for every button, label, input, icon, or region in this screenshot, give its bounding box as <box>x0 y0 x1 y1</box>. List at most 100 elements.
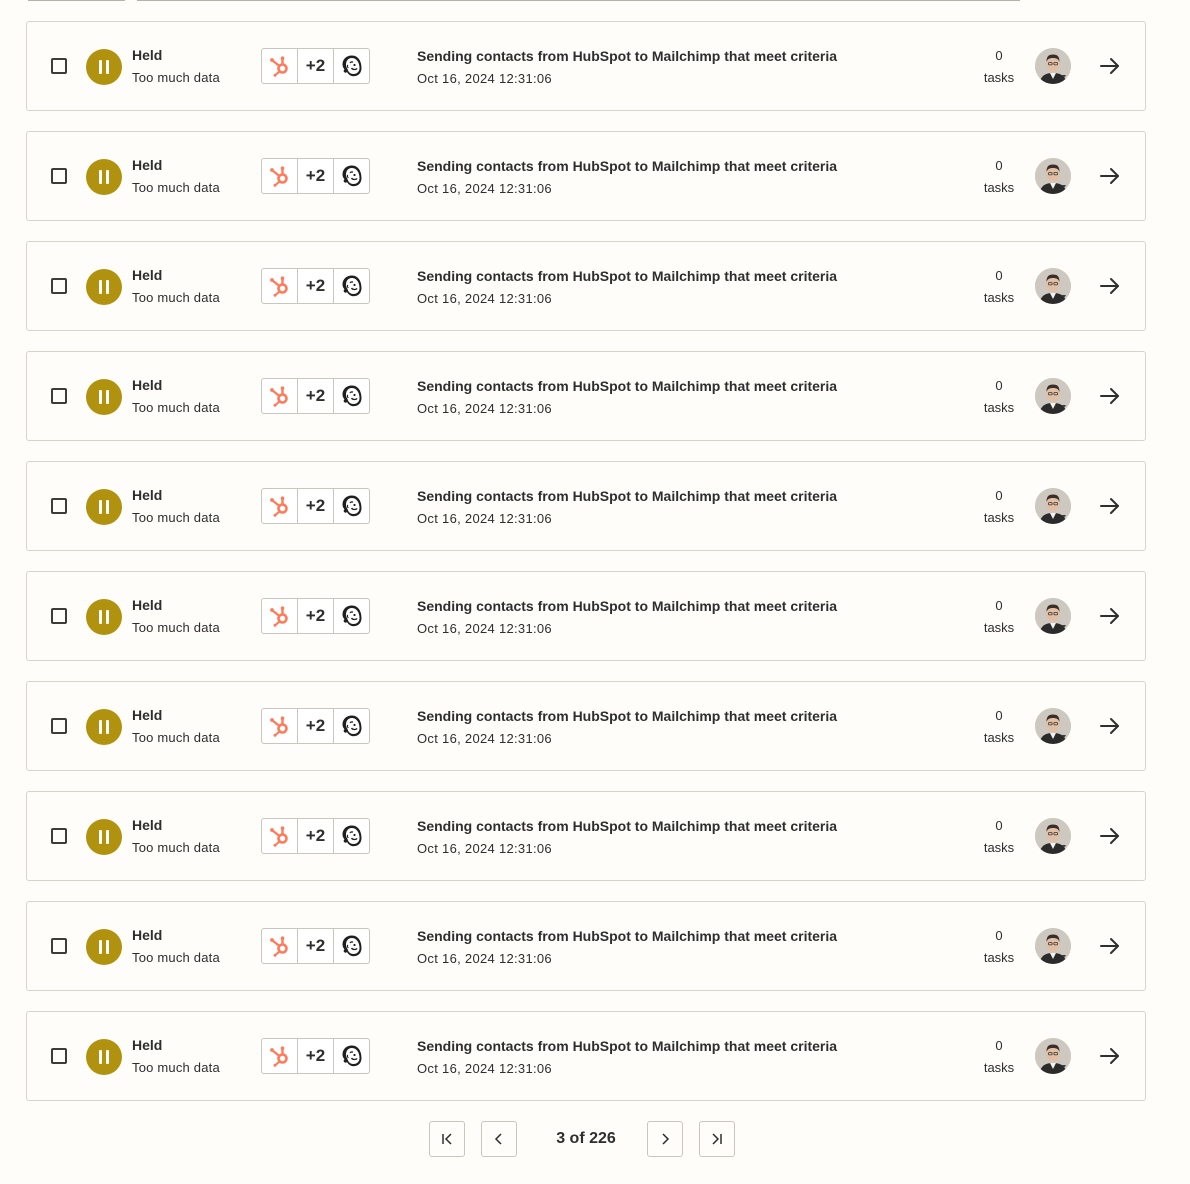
app-icons-group: +2 <box>261 1038 370 1074</box>
row-select-checkbox[interactable] <box>51 718 67 734</box>
run-timestamp: Oct 16, 2024 12:31:06 <box>417 841 552 856</box>
run-status: Held <box>132 927 163 943</box>
arrow-right-icon[interactable] <box>1099 825 1121 847</box>
zap-run-row[interactable]: Held Too much data +2 Sending contacts f… <box>26 681 1146 771</box>
task-count: 0 <box>995 378 1003 393</box>
row-select-checkbox[interactable] <box>51 1048 67 1064</box>
app-icons-group: +2 <box>261 818 370 854</box>
zap-name[interactable]: Sending contacts from HubSpot to Mailchi… <box>417 598 837 614</box>
zap-run-row[interactable]: Held Too much data +2 Sending contacts f… <box>26 241 1146 331</box>
zap-name[interactable]: Sending contacts from HubSpot to Mailchi… <box>417 818 837 834</box>
pause-icon <box>86 819 122 855</box>
task-count: 0 <box>995 1038 1003 1053</box>
zap-name[interactable]: Sending contacts from HubSpot to Mailchi… <box>417 158 837 174</box>
hubspot-icon <box>261 48 298 84</box>
owner-avatar <box>1035 268 1071 304</box>
zap-name[interactable]: Sending contacts from HubSpot to Mailchi… <box>417 268 837 284</box>
pause-icon <box>86 1039 122 1075</box>
row-select-checkbox[interactable] <box>51 608 67 624</box>
more-apps-count: +2 <box>298 818 334 854</box>
filter-underline-right <box>137 0 1020 1</box>
hubspot-icon <box>261 818 298 854</box>
task-count: 0 <box>995 598 1003 613</box>
run-status-reason: Too much data <box>132 620 220 635</box>
zap-run-row[interactable]: Held Too much data +2 Sending contacts f… <box>26 1011 1146 1101</box>
task-count-label: tasks <box>983 950 1015 965</box>
more-apps-count: +2 <box>298 378 334 414</box>
next-page-button[interactable] <box>647 1121 683 1157</box>
zap-run-row[interactable]: Held Too much data +2 Sending contacts f… <box>26 571 1146 661</box>
task-count-label: tasks <box>983 620 1015 635</box>
row-select-checkbox[interactable] <box>51 168 67 184</box>
run-timestamp: Oct 16, 2024 12:31:06 <box>417 71 552 86</box>
row-select-checkbox[interactable] <box>51 278 67 294</box>
hubspot-icon <box>261 268 298 304</box>
run-status-reason: Too much data <box>132 730 220 745</box>
owner-avatar <box>1035 378 1071 414</box>
arrow-right-icon[interactable] <box>1099 1045 1121 1067</box>
run-timestamp: Oct 16, 2024 12:31:06 <box>417 1061 552 1076</box>
zap-name[interactable]: Sending contacts from HubSpot to Mailchi… <box>417 488 837 504</box>
arrow-right-icon[interactable] <box>1099 275 1121 297</box>
row-select-checkbox[interactable] <box>51 828 67 844</box>
zap-run-row[interactable]: Held Too much data +2 Sending contacts f… <box>26 461 1146 551</box>
row-select-checkbox[interactable] <box>51 58 67 74</box>
zap-run-row[interactable]: Held Too much data +2 Sending contacts f… <box>26 351 1146 441</box>
task-count-label: tasks <box>983 1060 1015 1075</box>
hubspot-icon <box>261 158 298 194</box>
pause-icon <box>86 929 122 965</box>
mailchimp-icon <box>334 598 370 634</box>
run-timestamp: Oct 16, 2024 12:31:06 <box>417 621 552 636</box>
zap-run-list: Held Too much data +2 Sending contacts f… <box>26 21 1146 1121</box>
first-page-button[interactable] <box>429 1121 465 1157</box>
previous-page-button[interactable] <box>481 1121 517 1157</box>
owner-avatar <box>1035 928 1071 964</box>
more-apps-count: +2 <box>298 598 334 634</box>
arrow-right-icon[interactable] <box>1099 495 1121 517</box>
first-page-icon <box>442 1133 452 1145</box>
app-icons-group: +2 <box>261 928 370 964</box>
more-apps-count: +2 <box>298 708 334 744</box>
arrow-right-icon[interactable] <box>1099 715 1121 737</box>
pause-icon <box>86 379 122 415</box>
hubspot-icon <box>261 488 298 524</box>
task-count-label: tasks <box>983 180 1015 195</box>
zap-name[interactable]: Sending contacts from HubSpot to Mailchi… <box>417 48 837 64</box>
zap-name[interactable]: Sending contacts from HubSpot to Mailchi… <box>417 378 837 394</box>
run-status-reason: Too much data <box>132 840 220 855</box>
more-apps-count: +2 <box>298 158 334 194</box>
zap-name[interactable]: Sending contacts from HubSpot to Mailchi… <box>417 928 837 944</box>
app-icons-group: +2 <box>261 268 370 304</box>
zap-name[interactable]: Sending contacts from HubSpot to Mailchi… <box>417 708 837 724</box>
arrow-right-icon[interactable] <box>1099 165 1121 187</box>
run-status: Held <box>132 267 163 283</box>
app-icons-group: +2 <box>261 48 370 84</box>
zap-run-row[interactable]: Held Too much data +2 Sending contacts f… <box>26 901 1146 991</box>
arrow-right-icon[interactable] <box>1099 605 1121 627</box>
hubspot-icon <box>261 708 298 744</box>
row-select-checkbox[interactable] <box>51 498 67 514</box>
row-select-checkbox[interactable] <box>51 938 67 954</box>
arrow-right-icon[interactable] <box>1099 385 1121 407</box>
task-count: 0 <box>995 928 1003 943</box>
zap-name[interactable]: Sending contacts from HubSpot to Mailchi… <box>417 1038 837 1054</box>
app-icons-group: +2 <box>261 708 370 744</box>
run-status: Held <box>132 1037 163 1053</box>
run-status: Held <box>132 377 163 393</box>
arrow-right-icon[interactable] <box>1099 935 1121 957</box>
pause-icon <box>86 489 122 525</box>
run-status-reason: Too much data <box>132 400 220 415</box>
last-page-button[interactable] <box>699 1121 735 1157</box>
arrow-right-icon[interactable] <box>1099 55 1121 77</box>
zap-run-row[interactable]: Held Too much data +2 Sending contacts f… <box>26 131 1146 221</box>
mailchimp-icon <box>334 158 370 194</box>
run-status-reason: Too much data <box>132 70 220 85</box>
more-apps-count: +2 <box>298 1038 334 1074</box>
task-count-label: tasks <box>983 510 1015 525</box>
row-select-checkbox[interactable] <box>51 388 67 404</box>
chevron-left-icon <box>494 1133 502 1145</box>
run-status: Held <box>132 707 163 723</box>
owner-avatar <box>1035 48 1071 84</box>
zap-run-row[interactable]: Held Too much data +2 Sending contacts f… <box>26 21 1146 111</box>
zap-run-row[interactable]: Held Too much data +2 Sending contacts f… <box>26 791 1146 881</box>
